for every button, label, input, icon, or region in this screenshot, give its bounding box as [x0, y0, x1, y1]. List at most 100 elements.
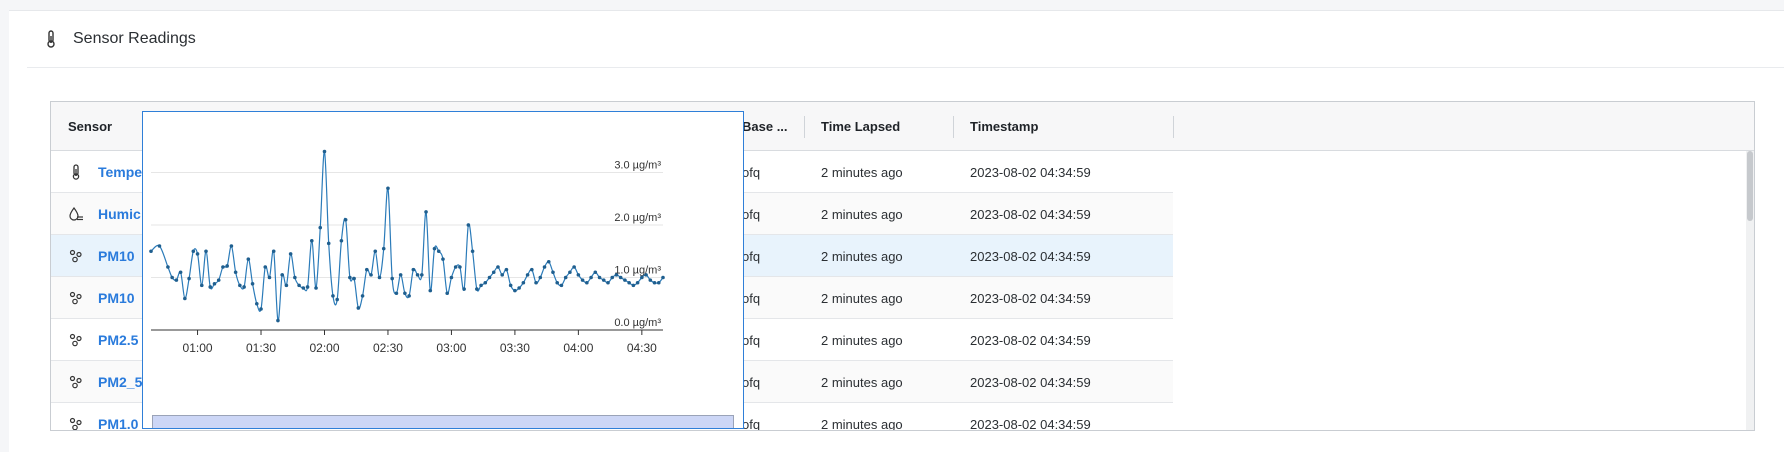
sensor-link[interactable]: Tempe: [98, 164, 142, 180]
data-point: [555, 280, 560, 285]
column-header-sensor[interactable]: Sensor: [51, 102, 112, 151]
data-point: [453, 265, 458, 269]
data-point: [170, 275, 174, 280]
data-point: [496, 265, 500, 269]
data-point: [517, 286, 521, 290]
sensor-link[interactable]: PM1.0: [98, 416, 138, 430]
sensor-link[interactable]: PM2.5: [98, 332, 138, 348]
x-tick-label: 03:00: [436, 341, 466, 355]
y-tick-label: 1.0 µg/m³: [614, 265, 661, 277]
data-point: [293, 275, 297, 280]
timestamp-cell: 2023-08-02 04:34:59: [970, 332, 1091, 348]
data-point: [424, 210, 428, 214]
data-point: [627, 280, 631, 285]
y-tick-label: 2.0 µg/m³: [614, 212, 661, 224]
data-point: [322, 149, 327, 154]
particles-icon: [68, 290, 84, 306]
sensor-link[interactable]: PM2_5: [98, 374, 142, 390]
data-point: [500, 273, 505, 277]
y-tick-label: 3.0 µg/m³: [614, 160, 661, 172]
data-point: [157, 244, 162, 248]
data-point: [195, 252, 200, 256]
data-point: [390, 276, 394, 281]
x-tick-label: 02:30: [373, 341, 403, 355]
data-point: [208, 285, 213, 289]
column-header-timestamp[interactable]: Timestamp: [953, 102, 1038, 151]
x-tick-label: 04:30: [627, 341, 657, 355]
sensor-link[interactable]: PM10: [98, 248, 135, 264]
vertical-scrollbar[interactable]: [1746, 151, 1754, 430]
data-point: [386, 186, 390, 191]
chart-range-navigator[interactable]: [152, 415, 734, 428]
data-point: [407, 294, 411, 298]
data-point: [635, 280, 640, 285]
column-separator[interactable]: [1173, 116, 1174, 138]
data-point: [314, 286, 318, 290]
base-cell: ofq: [742, 206, 761, 222]
data-point: [428, 288, 433, 293]
data-point: [513, 288, 517, 293]
data-point: [601, 278, 606, 282]
time-lapsed-cell: 2 minutes ago: [821, 206, 903, 222]
panel-header: Sensor Readings: [27, 11, 1784, 68]
data-point: [656, 280, 661, 285]
sensor-cell: PM1.0: [68, 403, 138, 430]
thermometer-icon: [68, 164, 84, 180]
base-cell: ofq: [742, 164, 761, 180]
data-point: [640, 275, 644, 280]
data-point: [356, 306, 361, 310]
line-chart: 0.0 µg/m³ 1.0 µg/m³ 2.0 µg/m³ 3.0 µg/m³ 01:0…: [149, 149, 665, 355]
sensor-link[interactable]: PM10: [98, 290, 135, 306]
data-point: [377, 275, 382, 280]
data-point: [301, 286, 306, 290]
base-cell: ofq: [742, 416, 761, 431]
time-lapsed-cell: 2 minutes ago: [821, 416, 903, 431]
data-point: [280, 273, 284, 277]
data-point: [335, 297, 339, 302]
data-point: [580, 278, 585, 282]
data-point: [475, 287, 479, 291]
thermometer-icon: [45, 30, 59, 48]
data-point: [288, 252, 293, 256]
data-point: [572, 265, 576, 269]
data-point: [610, 275, 615, 280]
sensor-cell: Humic: [68, 193, 141, 235]
data-point: [487, 275, 492, 280]
data-point: [398, 273, 403, 277]
data-point: [199, 283, 204, 288]
data-point: [559, 283, 564, 288]
data-point: [644, 273, 648, 277]
data-point: [648, 278, 653, 282]
particles-icon: [68, 332, 84, 348]
data-point: [318, 225, 323, 230]
data-point: [238, 283, 242, 288]
data-point: [373, 249, 378, 254]
x-tick-label: 01:30: [246, 341, 276, 355]
series-line: [150, 150, 664, 322]
time-lapsed-cell: 2 minutes ago: [821, 248, 903, 264]
data-point: [491, 270, 496, 275]
sensor-chart-popup[interactable]: 0.0 µg/m³ 1.0 µg/m³ 2.0 µg/m³ 3.0 µg/m³ 01:0…: [142, 111, 744, 429]
data-point: [449, 275, 454, 280]
data-point: [212, 282, 217, 286]
time-lapsed-cell: 2 minutes ago: [821, 332, 903, 348]
column-header-time-lapsed[interactable]: Time Lapsed: [804, 102, 900, 151]
data-point: [652, 280, 657, 285]
sensor-link[interactable]: Humic: [98, 206, 141, 222]
data-point: [365, 267, 369, 272]
scrollbar-thumb[interactable]: [1747, 151, 1753, 221]
data-point: [589, 275, 593, 280]
x-tick-label: 01:00: [183, 341, 213, 355]
data-point: [585, 280, 589, 285]
data-point: [432, 246, 437, 251]
data-point: [284, 283, 289, 288]
data-point: [631, 283, 636, 288]
base-cell: ofq: [742, 248, 761, 264]
data-point: [331, 294, 335, 298]
x-tick-label: 02:00: [309, 341, 339, 355]
data-point: [420, 273, 424, 277]
data-point: [483, 280, 488, 285]
sensor-cell: PM10: [68, 277, 135, 319]
data-point: [276, 318, 280, 323]
data-point: [436, 249, 441, 254]
